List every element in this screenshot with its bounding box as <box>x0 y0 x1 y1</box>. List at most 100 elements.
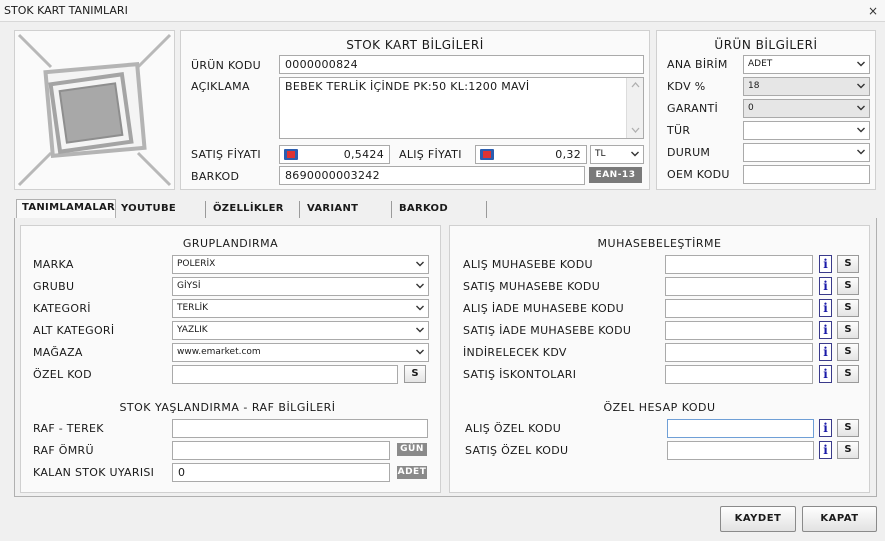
grubu-select[interactable]: GİYSİ <box>172 277 429 296</box>
info-icon[interactable]: i <box>819 343 832 361</box>
chevron-down-icon <box>857 105 865 111</box>
ozel-kod-input[interactable] <box>172 365 398 384</box>
info-icon[interactable]: i <box>819 321 832 339</box>
chevron-down-icon <box>857 61 865 67</box>
chevron-down-icon <box>416 305 424 311</box>
barkod-type-button[interactable]: EAN-13 <box>589 167 642 183</box>
search-button[interactable]: S <box>837 277 859 295</box>
barkod-label: BARKOD <box>191 170 240 183</box>
kategori-select[interactable]: TERLİK <box>172 299 429 318</box>
kaydet-button[interactable]: KAYDET <box>720 506 796 532</box>
muhasebe-header: MUHASEBELEŞTİRME <box>597 237 722 250</box>
raf-terek-label: RAF - TEREK <box>33 422 104 435</box>
urun-kodu-label: ÜRÜN KODU <box>191 59 261 72</box>
satis-fiyati-label: SATIŞ FİYATI <box>191 148 261 161</box>
kalan-stok-label: KALAN STOK UYARISI <box>33 466 155 479</box>
tur-select[interactable] <box>743 121 870 140</box>
search-button[interactable]: S <box>837 441 859 459</box>
durum-label: DURUM <box>667 146 711 159</box>
search-button[interactable]: S <box>837 321 859 339</box>
tab-youtube[interactable]: YOUTUBE <box>116 201 206 218</box>
ozel-hesap-header: ÖZEL HESAP KODU <box>603 401 716 414</box>
tab-variant[interactable]: VARIANT <box>302 201 392 218</box>
raf-omru-label: RAF ÖMRÜ <box>33 444 94 457</box>
raf-omru-input[interactable] <box>172 441 390 460</box>
aciklama-textarea[interactable]: BEBEK TERLİK İÇİNDE PK:50 KL:1200 MAVİ <box>279 77 644 139</box>
gruplandirma-header: GRUPLANDIRMA <box>182 237 279 250</box>
kdv-select[interactable]: 18 <box>743 77 870 96</box>
kategori-label: KATEGORİ <box>33 302 91 315</box>
ozel-kod-label: ÖZEL KOD <box>33 368 92 381</box>
alis-fiyati-label: ALIŞ FİYATI <box>399 148 462 161</box>
ana-birim-label: ANA BİRİM <box>667 58 728 71</box>
satis-muhasebe-input[interactable] <box>665 277 813 296</box>
kdv-label: KDV % <box>667 80 706 93</box>
indirelecek-kdv-input[interactable] <box>665 343 813 362</box>
muhasebe-row-label: SATIŞ İADE MUHASEBE KODU <box>463 324 632 337</box>
chevron-down-icon <box>631 151 639 157</box>
search-button[interactable]: S <box>837 299 859 317</box>
tab-ozellikler[interactable]: ÖZELLİKLER <box>208 201 300 218</box>
search-button[interactable]: S <box>837 343 859 361</box>
garanti-select[interactable]: 0 <box>743 99 870 118</box>
satis-iade-input[interactable] <box>665 321 813 340</box>
ana-birim-value: ADET <box>748 59 773 69</box>
magaza-label: MAĞAZA <box>33 346 83 359</box>
product-image[interactable] <box>14 30 175 190</box>
info-icon[interactable]: i <box>819 299 832 317</box>
ozel-kod-search-button[interactable]: S <box>404 365 426 383</box>
chevron-down-icon <box>416 283 424 289</box>
info-icon[interactable]: i <box>819 365 832 383</box>
ana-birim-select[interactable]: ADET <box>743 55 870 74</box>
search-button[interactable]: S <box>837 419 859 437</box>
image-placeholder-icon <box>17 33 172 187</box>
close-icon[interactable]: × <box>866 4 880 18</box>
barkod-input[interactable]: 8690000003242 <box>279 166 585 185</box>
calculator-icon[interactable] <box>284 149 298 160</box>
search-button[interactable]: S <box>837 365 859 383</box>
chevron-down-icon <box>416 261 424 267</box>
alis-iade-input[interactable] <box>665 299 813 318</box>
calculator-icon[interactable] <box>480 149 494 160</box>
kategori-value: TERLİK <box>177 303 209 313</box>
aciklama-label: AÇIKLAMA <box>191 80 250 93</box>
satis-fiyati-input[interactable]: 0,5424 <box>279 145 390 164</box>
currency-select[interactable]: TL <box>590 145 644 164</box>
alis-ozel-input[interactable] <box>667 419 814 438</box>
grubu-label: GRUBU <box>33 280 75 293</box>
alt-kategori-select[interactable]: YAZLIK <box>172 321 429 340</box>
raf-header: STOK YAŞLANDIRMA - RAF BİLGİLERİ <box>119 401 336 414</box>
garanti-value: 0 <box>748 103 754 113</box>
chevron-down-icon <box>857 149 865 155</box>
info-icon[interactable]: i <box>819 441 832 459</box>
kapat-button[interactable]: KAPAT <box>802 506 877 532</box>
urun-kodu-input[interactable]: 0000000824 <box>279 55 644 74</box>
oem-kodu-input[interactable] <box>743 165 870 184</box>
alis-muhasebe-input[interactable] <box>665 255 813 274</box>
info-icon[interactable]: i <box>819 255 832 273</box>
magaza-select[interactable]: www.emarket.com <box>172 343 429 362</box>
muhasebe-row-label: ALIŞ İADE MUHASEBE KODU <box>463 302 625 315</box>
alt-kategori-label: ALT KATEGORİ <box>33 324 115 337</box>
durum-select[interactable] <box>743 143 870 162</box>
tab-barkod[interactable]: BARKOD <box>394 201 487 218</box>
alis-fiyati-input[interactable]: 0,32 <box>475 145 587 164</box>
marka-select[interactable]: POLERİX <box>172 255 429 274</box>
info-icon[interactable]: i <box>819 419 832 437</box>
muhasebe-row-label: SATIŞ MUHASEBE KODU <box>463 280 601 293</box>
satis-iskonto-input[interactable] <box>665 365 813 384</box>
aciklama-scrollbar[interactable] <box>626 78 643 138</box>
adet-unit-badge: ADET <box>397 466 427 479</box>
kalan-stok-input[interactable]: 0 <box>172 463 390 482</box>
satis-ozel-input[interactable] <box>667 441 814 460</box>
info-icon[interactable]: i <box>819 277 832 295</box>
raf-terek-input[interactable] <box>172 419 428 438</box>
window-title: STOK KART TANIMLARI <box>4 4 128 17</box>
search-button[interactable]: S <box>837 255 859 273</box>
tab-tanimlamalar[interactable]: TANIMLAMALAR <box>16 199 116 219</box>
muhasebe-row-label: İNDİRELECEK KDV <box>463 346 567 359</box>
garanti-label: GARANTİ <box>667 102 719 115</box>
satis-fiyati-value: 0,5424 <box>343 148 384 161</box>
scroll-arrows-icon <box>631 82 640 133</box>
magaza-value: www.emarket.com <box>177 347 261 357</box>
